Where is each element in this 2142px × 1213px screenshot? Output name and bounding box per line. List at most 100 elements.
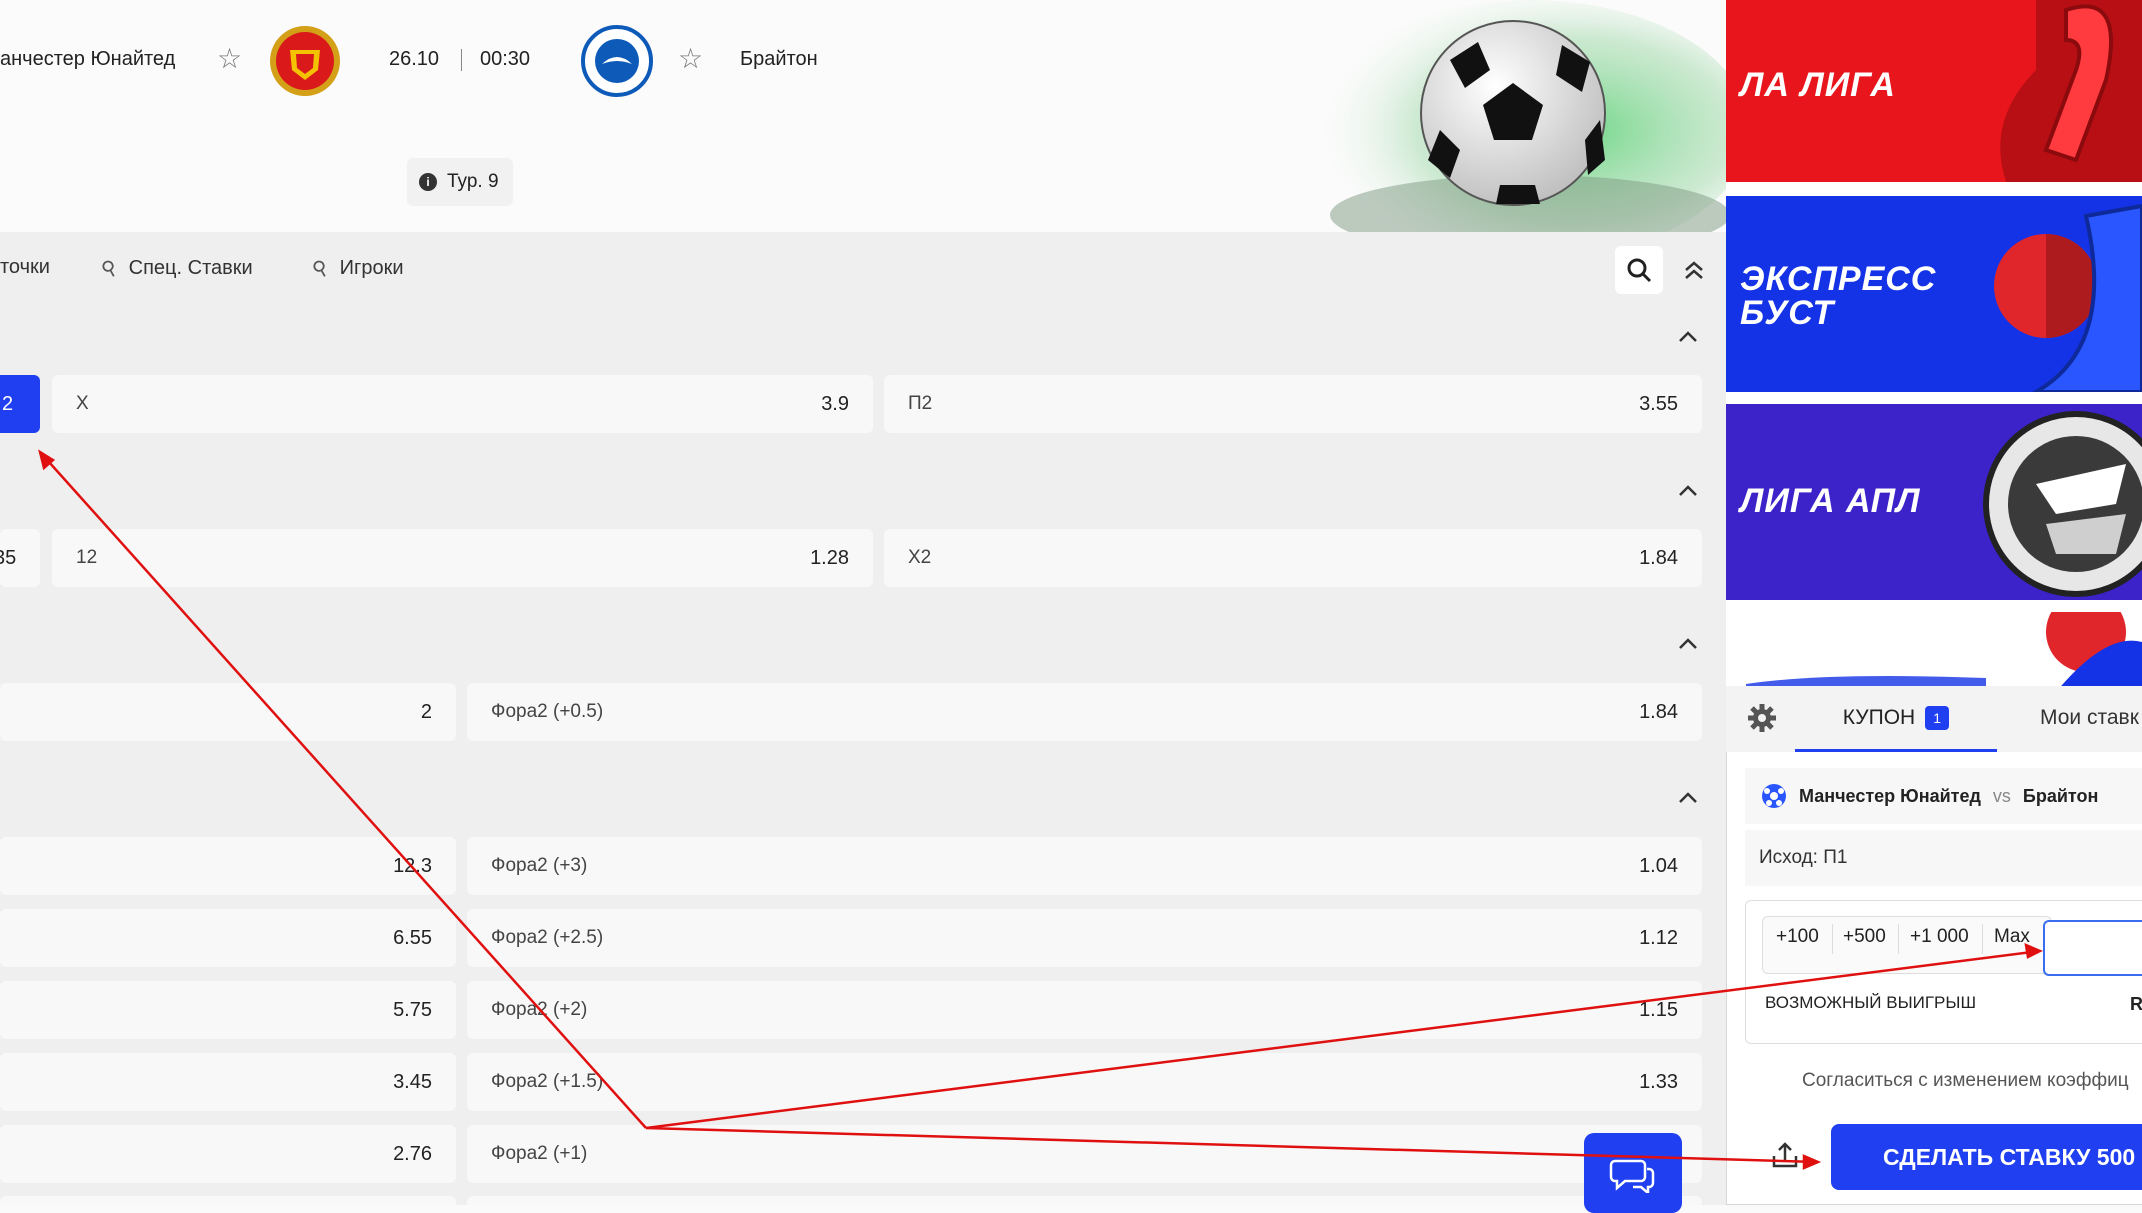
gear-icon[interactable] xyxy=(1746,702,1778,734)
odds-label: Фора2 (+3) xyxy=(491,855,588,876)
coupon-outcome: Исход: П1 xyxy=(1745,830,2142,886)
odds-value: 3.55 xyxy=(1639,393,1678,415)
tab-players[interactable]: ⚲ Игроки xyxy=(309,256,404,282)
tab-my-bets[interactable]: Мои ставк xyxy=(2040,706,2139,730)
share-icon[interactable] xyxy=(1770,1140,1800,1170)
accept-odds-change[interactable]: Согласиться с изменением коэффиц xyxy=(1802,1070,2129,1092)
odds-cell-handicap1[interactable]: 2 xyxy=(0,683,456,741)
chip-divider xyxy=(1832,924,1833,954)
odds-cell-handicap1[interactable]: 2.76 xyxy=(0,1125,456,1183)
odds-value: 1.28 xyxy=(810,547,849,569)
brighton-logo xyxy=(581,25,653,97)
odds-label: X xyxy=(76,393,89,414)
odds-cell-handicap1[interactable]: 5.75 xyxy=(0,981,456,1039)
odds-cell-cut[interactable]: 35 xyxy=(0,529,40,587)
quick-stake-max[interactable]: Max xyxy=(1994,926,2030,948)
search-button[interactable] xyxy=(1615,246,1663,294)
banner-laliga[interactable]: ЛА ЛИГА xyxy=(1726,0,2142,182)
odds-cell-selected[interactable]: 2 xyxy=(0,375,40,433)
odds-value: 1.04 xyxy=(1639,855,1678,877)
odds-cell-handicap2[interactable]: Фора2 (+3) 1.04 xyxy=(467,837,1702,895)
match-date: 26.10 xyxy=(389,48,440,70)
chevron-up-icon[interactable] xyxy=(1676,634,1700,654)
chat-button[interactable] xyxy=(1584,1133,1682,1213)
odds-cell-handicap1[interactable]: 12.3 xyxy=(0,837,456,895)
quick-stake-500[interactable]: +500 xyxy=(1843,926,1886,948)
banner-express-line1: ЭКСПРЕСС xyxy=(1740,260,1937,298)
info-icon: i xyxy=(419,173,437,191)
odds-cell-handicap1[interactable]: 3.45 xyxy=(0,1053,456,1111)
coupon-away-team: Брайтон xyxy=(2022,785,2099,806)
stake-input[interactable] xyxy=(2043,920,2142,976)
tab-coupon[interactable]: КУПОН 1 xyxy=(1795,686,1997,752)
tab-coupon-label: КУПОН xyxy=(1842,705,1916,729)
round-badge: i Тур. 9 xyxy=(407,158,513,206)
banner-express-graphic xyxy=(1994,203,2142,392)
date-time-divider xyxy=(461,49,462,71)
chat-icon xyxy=(1609,1159,1655,1193)
tab-cut[interactable]: точки xyxy=(0,256,50,279)
possible-win-value: R xyxy=(2130,994,2142,1014)
odds-cell-handicap2[interactable]: Фора2 (+2) 1.15 xyxy=(467,981,1702,1039)
odds-cell-x2[interactable]: Х2 1.84 xyxy=(884,529,1702,587)
tab-special-bets[interactable]: ⚲ Спец. Ставки xyxy=(98,256,253,282)
tab-cut-label: точки xyxy=(0,256,50,278)
odds-cell-partial xyxy=(467,1196,1702,1205)
search-icon xyxy=(1627,258,1652,283)
place-bet-button[interactable]: СДЕЛАТЬ СТАВКУ 500 xyxy=(1831,1124,2142,1190)
collapse-all-icon[interactable] xyxy=(1682,258,1706,282)
odds-value: 1.15 xyxy=(1639,999,1678,1021)
odds-cell-p2[interactable]: П2 3.55 xyxy=(884,375,1702,433)
odds-value: 35 xyxy=(0,547,17,569)
odds-label: Х2 xyxy=(908,547,932,568)
star-icon[interactable]: ☆ xyxy=(217,42,242,75)
odds-label: Фора2 (+0.5) xyxy=(491,701,604,722)
odds-value: 1.84 xyxy=(1639,547,1678,569)
odds-value: 1.12 xyxy=(1639,927,1678,949)
banner-apl-graphic xyxy=(1983,411,2142,597)
banner-laliga-title: ЛА ЛИГА xyxy=(1740,66,1896,104)
odds-value: 1.33 xyxy=(1639,1071,1678,1093)
chevron-up-icon[interactable] xyxy=(1676,481,1700,501)
match-header: анчестер Юнайтед ☆ 26.10 00:30 ☆ Брайтон… xyxy=(0,0,1726,232)
odds-value: 3.9 xyxy=(821,393,849,415)
coupon-vs: vs xyxy=(1992,785,2011,806)
odds-label: Фора2 (+2.5) xyxy=(491,927,604,948)
banner-express-line2: БУСТ xyxy=(1740,294,1835,332)
star-icon[interactable]: ☆ xyxy=(678,42,703,75)
quick-stake-1000[interactable]: +1 000 xyxy=(1910,926,1969,948)
odds-label: Фора2 (+1.5) xyxy=(491,1071,604,1092)
market-tabs-bar xyxy=(0,232,1726,304)
odds-cell-partial xyxy=(0,1196,456,1205)
banner-partial xyxy=(1726,612,2142,692)
odds-value: 2.76 xyxy=(393,1143,432,1165)
odds-cell-handicap2[interactable]: Фора2 (+1) xyxy=(467,1125,1702,1183)
coupon-count-badge: 1 xyxy=(1925,705,1950,730)
odds-cell-handicap2[interactable]: Фора2 (+0.5) 1.84 xyxy=(467,683,1702,741)
odds-label: П2 xyxy=(908,393,933,414)
odds-cell-handicap2[interactable]: Фора2 (+1.5) 1.33 xyxy=(467,1053,1702,1111)
away-team-name: Брайтон xyxy=(740,48,818,70)
chevron-up-icon[interactable] xyxy=(1676,327,1700,347)
odds-value: 3.45 xyxy=(393,1071,432,1093)
odds-cell-handicap1[interactable]: 6.55 xyxy=(0,909,456,967)
odds-value: 1.84 xyxy=(1639,701,1678,723)
banner-laliga-graphic xyxy=(2000,0,2142,182)
odds-label: Фора2 (+2) xyxy=(491,999,588,1020)
odds-value: 2 xyxy=(420,701,432,723)
odds-cell-handicap2[interactable]: Фора2 (+2.5) 1.12 xyxy=(467,909,1702,967)
home-team-name: анчестер Юнайтед xyxy=(0,48,176,70)
banner-apl[interactable]: ЛИГА АПЛ xyxy=(1726,404,2142,600)
banner-express-boost[interactable]: ЭКСПРЕСС БУСТ xyxy=(1726,196,2142,392)
quick-stake-100[interactable]: +100 xyxy=(1776,926,1819,948)
manchester-united-logo xyxy=(270,26,340,96)
coupon-home-team: Манчестер Юнайтед xyxy=(1799,785,1981,806)
odds-value: 5.75 xyxy=(393,999,432,1021)
odds-value: 12.3 xyxy=(393,855,432,877)
odds-cell-draw[interactable]: X 3.9 xyxy=(52,375,873,433)
odds-label: Фора2 (+1) xyxy=(491,1143,588,1164)
odds-cell-12[interactable]: 12 1.28 xyxy=(52,529,873,587)
chip-divider xyxy=(1982,924,1983,954)
chevron-up-icon[interactable] xyxy=(1676,788,1700,808)
tab-special-label: Спец. Ставки xyxy=(128,257,253,279)
